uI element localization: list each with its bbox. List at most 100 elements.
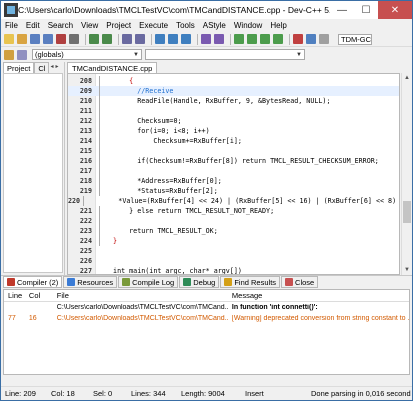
menu-astyle[interactable]: AStyle [203,21,226,30]
resources-icon [67,278,76,286]
fold-guide [95,206,103,216]
menu-execute[interactable]: Execute [139,21,168,30]
print-icon[interactable] [69,34,79,44]
rebuild-icon[interactable] [273,34,283,44]
redo-icon[interactable] [102,34,112,44]
compiler-select[interactable]: TDM-GC [338,33,372,45]
code-line[interactable]: 214 Checksum+=RxBuffer[i]; [68,136,399,146]
compile-icon[interactable] [234,34,244,44]
line-number: 213 [79,127,92,135]
editor-tab-file[interactable]: TMCandDISTANCE.cpp [67,62,158,73]
goto-icon[interactable] [155,34,165,44]
menu-view[interactable]: View [81,21,98,30]
code-text: for(i=0; i<8; i++) [105,127,210,135]
chevron-down-icon: ▼ [133,52,139,58]
menu-help[interactable]: Help [270,21,286,30]
close-icon [285,278,294,286]
new-file-icon[interactable] [4,34,14,44]
open-project-icon[interactable] [214,34,224,44]
menu-edit[interactable]: Edit [26,21,40,30]
header-message[interactable]: Message [229,291,409,300]
options-icon[interactable] [319,34,329,44]
code-line[interactable]: 225 [68,246,399,256]
code-line[interactable]: 226 [68,256,399,266]
code-text: Checksum+=RxBuffer[i]; [105,137,242,145]
scroll-down-icon[interactable]: ▼ [403,266,411,274]
replace-icon[interactable] [135,34,145,44]
header-col[interactable]: Col [26,291,54,300]
indent-icon[interactable] [168,34,178,44]
tab-debug[interactable]: Debug [179,276,220,288]
save-all-icon[interactable] [43,34,53,44]
line-number: 227 [79,267,92,275]
undo-icon[interactable] [89,34,99,44]
menu-window[interactable]: Window [234,21,262,30]
code-line[interactable]: 213 for(i=0; i<8; i++) [68,126,399,136]
profile-icon[interactable] [306,34,316,44]
tab-classes[interactable]: Cl [34,62,50,73]
tab-find-results[interactable]: Find Results [220,276,281,288]
tab-label: Find Results [234,277,277,287]
tab-compiler[interactable]: Compiler (2) [3,276,63,288]
compiler-row[interactable]: C:\Users\carlo\Downloads\TMCLTestVC\com\… [4,302,409,313]
find-results-icon [224,278,233,286]
code-line[interactable]: 223 return TMCL_RESULT_OK; [68,226,399,236]
member-select[interactable]: ▼ [145,49,305,60]
code-line[interactable]: 210 ReadFile(Handle, RxBuffer, 9, &Bytes… [68,96,399,106]
menu-bar: File Edit Search View Project Execute To… [1,19,412,32]
code-text: ReadFile(Handle, RxBuffer, 9, &BytesRead… [105,97,331,105]
line-number: 221 [79,207,92,215]
compiler-row[interactable]: 77 16 C:\Users\carlo\Downloads\TMCLTestVC\… [4,313,409,324]
save-icon[interactable] [30,34,40,44]
code-line[interactable]: 219 *Status=RxBuffer[2]; [68,186,399,196]
close-file-icon[interactable] [56,34,66,44]
code-editor[interactable]: 208 {209 //Receive 210 ReadFile(Handle, R… [67,73,400,275]
code-line[interactable]: 209 //Receive [68,86,399,96]
code-line[interactable]: 215 [68,146,399,156]
project-tree[interactable] [3,73,63,273]
scrollbar-thumb[interactable] [403,201,411,223]
compiler-icon [7,278,15,286]
editor-vertical-scrollbar[interactable]: ▲ ▼ [401,73,411,275]
scroll-up-icon[interactable]: ▲ [403,74,411,82]
cell-col: 16 [28,315,37,322]
close-button[interactable]: ✕ [378,1,412,19]
header-line[interactable]: Line [4,291,26,300]
line-number: 220 [68,197,81,205]
minimize-button[interactable]: — [330,1,354,19]
code-line[interactable]: 212 Checksum=0; [68,116,399,126]
code-line[interactable]: 216 if(Checksum!=RxBuffer[8]) return TMC… [68,156,399,166]
code-line[interactable]: 221 } else return TMCL_RESULT_NOT_READY; [68,206,399,216]
code-line[interactable]: 227 int main(int argc, char* argv[]) [68,266,399,275]
run-icon[interactable] [247,34,257,44]
new-project-icon[interactable] [201,34,211,44]
code-line[interactable]: 220 *Value=(RxBuffer[4] << 24) | (RxBuff… [68,196,399,206]
insert-icon[interactable] [17,49,27,60]
find-icon[interactable] [122,34,132,44]
tab-project[interactable]: Project [3,62,35,73]
cell-line: 77 [8,315,16,322]
code-line[interactable]: 218 *Address=RxBuffer[0]; [68,176,399,186]
menu-project[interactable]: Project [106,21,131,30]
menu-tools[interactable]: Tools [176,21,195,30]
code-line[interactable]: 208 { [68,76,399,86]
tab-compile-log[interactable]: Compile Log [118,276,179,288]
unindent-icon[interactable] [181,34,191,44]
class-browser-icon[interactable] [4,49,14,60]
code-line[interactable]: 224 } [68,236,399,246]
scope-select[interactable]: (globals) ▼ [32,49,142,60]
code-line[interactable]: 222 [68,216,399,226]
chevron-right-icon[interactable]: ▸ [54,62,59,73]
maximize-button[interactable]: ☐ [354,1,378,19]
tab-close[interactable]: Close [281,276,319,288]
menu-search[interactable]: Search [48,21,73,30]
menu-file[interactable]: File [5,21,18,30]
code-line[interactable]: 217 [68,166,399,176]
debug-icon[interactable] [293,34,303,44]
open-folder-icon[interactable] [17,34,27,44]
compile-run-icon[interactable] [260,34,270,44]
tab-resources[interactable]: Resources [63,276,118,288]
header-file[interactable]: File [54,291,229,300]
fold-guide [95,186,103,196]
code-line[interactable]: 211 [68,106,399,116]
